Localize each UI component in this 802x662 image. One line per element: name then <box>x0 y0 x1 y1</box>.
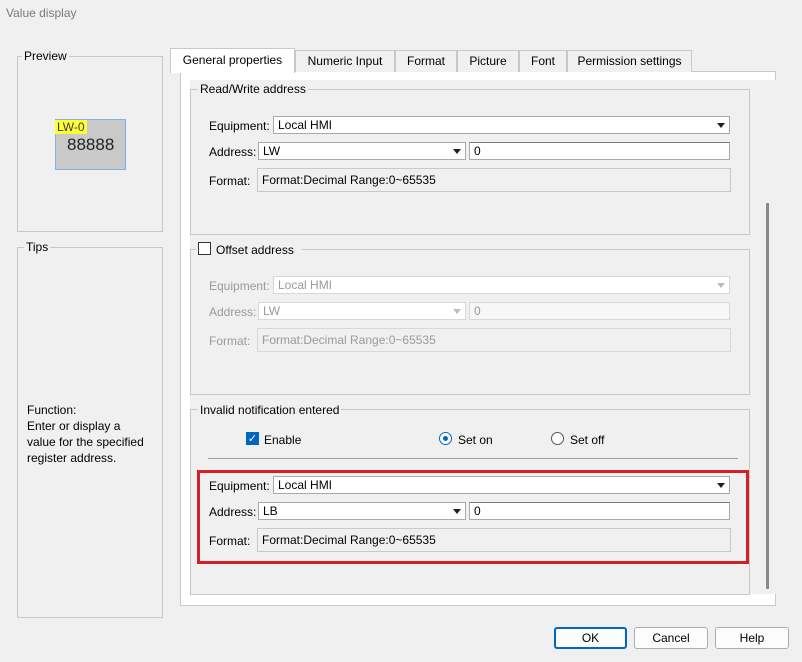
offset-address-type-value: LW <box>263 304 281 318</box>
offset-address-label: Address: <box>209 305 257 319</box>
tab-font[interactable]: Font <box>519 50 567 72</box>
rw-group <box>190 89 750 235</box>
offset-address-input: 0 <box>469 302 730 320</box>
rw-address-input[interactable]: 0 <box>469 142 730 160</box>
title-bar <box>0 0 802 28</box>
tips-line-1: Enter or display a <box>27 419 121 433</box>
set-off-label[interactable]: Set off <box>570 433 604 447</box>
chevron-down-icon <box>453 149 461 154</box>
ok-button[interactable]: OK <box>554 627 627 649</box>
rw-group-title: Read/Write address <box>198 82 308 96</box>
rw-equipment-select[interactable]: Local HMI <box>273 116 730 134</box>
tab-numeric-input[interactable]: Numeric Input <box>295 50 395 72</box>
tab-permission-settings[interactable]: Permission settings <box>567 50 692 72</box>
tips-text: Function: Enter or display a value for t… <box>27 402 159 466</box>
tips-label: Tips <box>24 240 51 254</box>
rw-format-display: Format:Decimal Range:0~65535 <box>257 168 731 192</box>
enable-label[interactable]: Enable <box>264 433 301 447</box>
tips-line-3: register address. <box>27 451 117 465</box>
offset-equipment-label: Equipment: <box>209 279 270 293</box>
chevron-down-icon <box>717 123 725 128</box>
rw-address-type-value: LW <box>263 144 281 158</box>
tips-function-heading: Function: <box>27 403 77 417</box>
preview-digits: 88888 <box>67 135 115 154</box>
offset-equipment-value: Local HMI <box>278 278 333 292</box>
scrollbar-thumb[interactable] <box>766 203 769 589</box>
offset-address-type-select: LW <box>258 302 466 320</box>
preview-address-tag: LW-0 <box>55 120 87 134</box>
offset-group-title[interactable]: Offset address <box>216 243 294 257</box>
rw-address-type-select[interactable]: LW <box>258 142 466 160</box>
tab-picture[interactable]: Picture <box>457 50 519 72</box>
chevron-down-icon <box>453 309 461 314</box>
rw-equipment-value: Local HMI <box>278 118 333 132</box>
invalid-separator <box>208 458 738 459</box>
preview-label: Preview <box>22 49 69 63</box>
highlight-box <box>197 470 749 564</box>
enable-checkbox[interactable]: ✓ <box>246 432 259 445</box>
window-title: Value display <box>6 6 77 20</box>
rw-equipment-label: Equipment: <box>209 119 270 133</box>
offset-group <box>190 249 750 395</box>
set-off-radio[interactable] <box>551 432 564 445</box>
set-on-radio[interactable] <box>439 432 452 445</box>
offset-format-label: Format: <box>209 334 251 348</box>
help-button[interactable]: Help <box>715 627 789 649</box>
cancel-button[interactable]: Cancel <box>634 627 708 649</box>
chevron-down-icon <box>717 283 725 288</box>
rw-address-label: Address: <box>209 145 257 159</box>
invalid-group-title: Invalid notification entered <box>198 403 342 417</box>
tips-line-2: value for the specified <box>27 435 144 449</box>
offset-address-checkbox[interactable] <box>198 242 211 255</box>
offset-format-display: Format:Decimal Range:0~65535 <box>257 328 731 352</box>
tab-format[interactable]: Format <box>395 50 457 72</box>
tab-general-properties[interactable]: General properties <box>170 48 295 73</box>
offset-equipment-select: Local HMI <box>273 276 730 294</box>
rw-format-label: Format: <box>209 174 251 188</box>
set-on-label[interactable]: Set on <box>458 433 493 447</box>
